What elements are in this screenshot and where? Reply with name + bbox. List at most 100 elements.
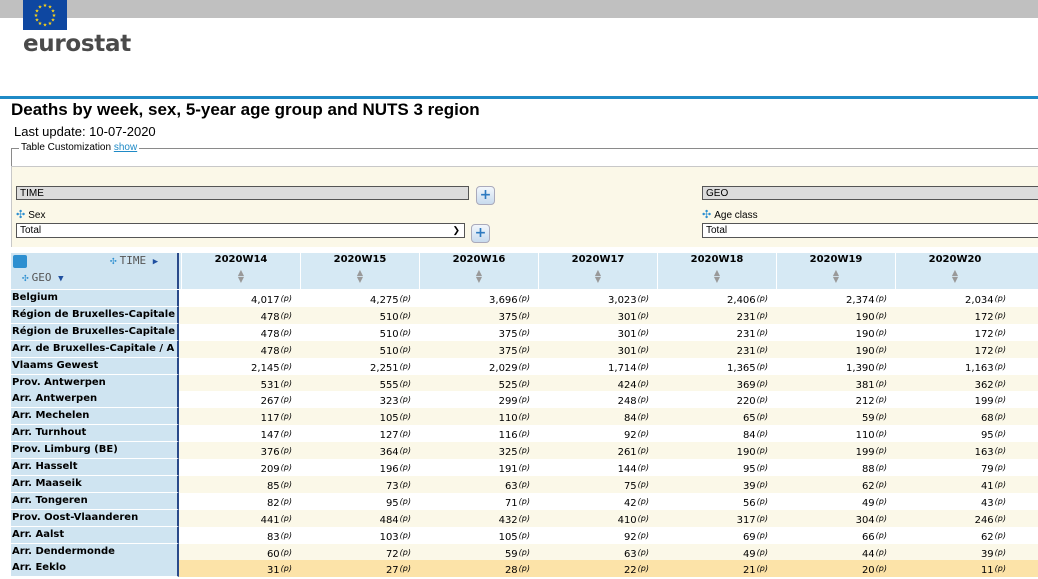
cell-value: 220 [736, 396, 756, 407]
provisional-flag: (p) [399, 564, 411, 573]
table-cell: 95(p) [300, 493, 419, 510]
cell-value: 369 [736, 380, 756, 391]
sex-add-button[interactable]: + [471, 224, 490, 243]
time-add-button[interactable]: + [476, 186, 495, 205]
table-cell: 246(p) [895, 510, 1014, 527]
provisional-flag: (p) [994, 463, 1006, 472]
sort-icon[interactable]: ▲ ▼ [539, 269, 657, 284]
row-label[interactable]: Arr. de Bruxelles-Capitale / A [11, 341, 179, 358]
cell-value: 41 [980, 481, 994, 492]
eurostat-logo[interactable]: eurostat [23, 31, 131, 57]
table-cell: 299(p) [419, 391, 538, 408]
cell-value: 92 [623, 430, 637, 441]
table-row: Arr. Hasselt 209(p) 196(p) 191(p) 144(p) 95(p… [11, 459, 1038, 476]
table-row: Arr. Tongeren 82(p) 95(p) 71(p) 42(p) 56(p) 49… [11, 493, 1038, 510]
sort-icon[interactable]: ▲ ▼ [301, 269, 419, 284]
provisional-flag: (p) [637, 395, 649, 404]
cell-value: 478 [260, 312, 280, 323]
column-header[interactable]: 2020W15 ▲ ▼ [300, 253, 419, 289]
row-label[interactable]: Belgium [11, 290, 179, 307]
provisional-flag: (p) [994, 429, 1006, 438]
arrow-right-icon[interactable]: ▶ [153, 257, 158, 267]
table-cell: 3,023(p) [538, 290, 657, 307]
row-label[interactable]: Arr. Aalst [11, 527, 179, 544]
cell-value: 199 [855, 447, 875, 458]
cell-value: 59 [504, 549, 518, 560]
geo-axis-control[interactable]: ✣ GEO ▼ [22, 271, 64, 284]
table-row: Arr. Aalst 83(p) 103(p) 105(p) 92(p) 69(p) 66(… [11, 527, 1038, 544]
column-header[interactable]: 2020W18 ▲ ▼ [657, 253, 776, 289]
move-icon[interactable]: ✣ [16, 209, 25, 221]
sex-select[interactable]: Total ❯ [16, 223, 465, 238]
customization-show-link[interactable]: show [114, 142, 137, 153]
sort-icon[interactable]: ▲ ▼ [182, 269, 300, 284]
table-cell: 212(p) [776, 391, 895, 408]
cell-value: 376 [260, 447, 280, 458]
time-axis-label: TIME [119, 254, 147, 267]
cell-value: 21 [742, 565, 756, 576]
table-row: Arr. de Bruxelles-Capitale / A 478(p) 510(… [11, 341, 1038, 358]
provisional-flag: (p) [875, 311, 887, 320]
row-label[interactable]: Prov. Oost-Vlaanderen [11, 510, 179, 527]
provisional-flag: (p) [518, 429, 530, 438]
table-options-icon[interactable] [13, 255, 27, 268]
table-cell: 190(p) [776, 341, 895, 358]
cell-value: 127 [379, 430, 399, 441]
column-header[interactable]: 2020W20 ▲ ▼ [895, 253, 1014, 289]
geo-dimension-box[interactable]: GEO [702, 186, 1038, 200]
time-dimension-box[interactable]: TIME [16, 186, 469, 200]
row-label[interactable]: Arr. Tongeren [11, 493, 179, 510]
provisional-flag: (p) [756, 311, 768, 320]
svg-text:★: ★ [38, 5, 43, 11]
provisional-flag: (p) [637, 379, 649, 388]
row-label[interactable]: Prov. Antwerpen [11, 375, 179, 392]
row-label[interactable]: Arr. Hasselt [11, 459, 179, 476]
provisional-flag: (p) [280, 362, 292, 371]
table-cell: 1,390(p) [776, 358, 895, 375]
time-axis-control[interactable]: ✣ TIME ▶ [110, 254, 158, 267]
cell-value: 44 [861, 549, 875, 560]
column-header[interactable]: 2020W17 ▲ ▼ [538, 253, 657, 289]
column-header[interactable]: 2020W16 ▲ ▼ [419, 253, 538, 289]
table-cell: 209(p) [181, 459, 300, 476]
column-header[interactable]: 2020W19 ▲ ▼ [776, 253, 895, 289]
row-label[interactable]: Arr. Eeklo [11, 560, 179, 577]
provisional-flag: (p) [994, 412, 1006, 421]
cell-value: 84 [623, 413, 637, 424]
age-select[interactable]: Total [702, 223, 1038, 238]
table-cell: 28(p) [419, 560, 538, 577]
table-cell: 44(p) [776, 544, 895, 561]
column-header[interactable]: 2020W14 ▲ ▼ [181, 253, 300, 289]
cell-value: 68 [980, 413, 994, 424]
row-label[interactable]: Arr. Dendermonde [11, 544, 179, 561]
row-label[interactable]: Arr. Turnhout [11, 425, 179, 442]
row-label[interactable]: Région de Bruxelles-Capitale [11, 324, 179, 341]
arrow-down-icon[interactable]: ▼ [58, 274, 63, 284]
cell-value: 304 [855, 515, 875, 526]
provisional-flag: (p) [280, 311, 292, 320]
row-label[interactable]: Arr. Maaseik [11, 476, 179, 493]
row-label[interactable]: Vlaams Gewest [11, 358, 179, 375]
provisional-flag: (p) [637, 362, 649, 371]
age-label: Age class [714, 210, 758, 221]
move-icon[interactable]: ✣ [702, 209, 711, 221]
sort-icon[interactable]: ▲ ▼ [658, 269, 776, 284]
provisional-flag: (p) [399, 497, 411, 506]
sort-icon[interactable]: ▲ ▼ [777, 269, 895, 284]
provisional-flag: (p) [518, 362, 530, 371]
provisional-flag: (p) [280, 480, 292, 489]
row-label[interactable]: Région de Bruxelles-Capitale [11, 307, 179, 324]
table-cell: 105(p) [300, 408, 419, 425]
move-icon[interactable]: ✣ [22, 271, 29, 284]
chevron-down-icon: ❯ [452, 225, 460, 235]
cell-value: 95 [742, 464, 756, 475]
provisional-flag: (p) [994, 294, 1006, 303]
sort-icon[interactable]: ▲ ▼ [896, 269, 1014, 284]
row-label[interactable]: Prov. Limburg (BE) [11, 442, 179, 459]
cell-value: 478 [260, 329, 280, 340]
table-cell: 190(p) [776, 307, 895, 324]
row-label[interactable]: Arr. Antwerpen [11, 391, 179, 408]
sort-icon[interactable]: ▲ ▼ [420, 269, 538, 284]
row-label[interactable]: Arr. Mechelen [11, 408, 179, 425]
move-icon[interactable]: ✣ [110, 254, 117, 267]
